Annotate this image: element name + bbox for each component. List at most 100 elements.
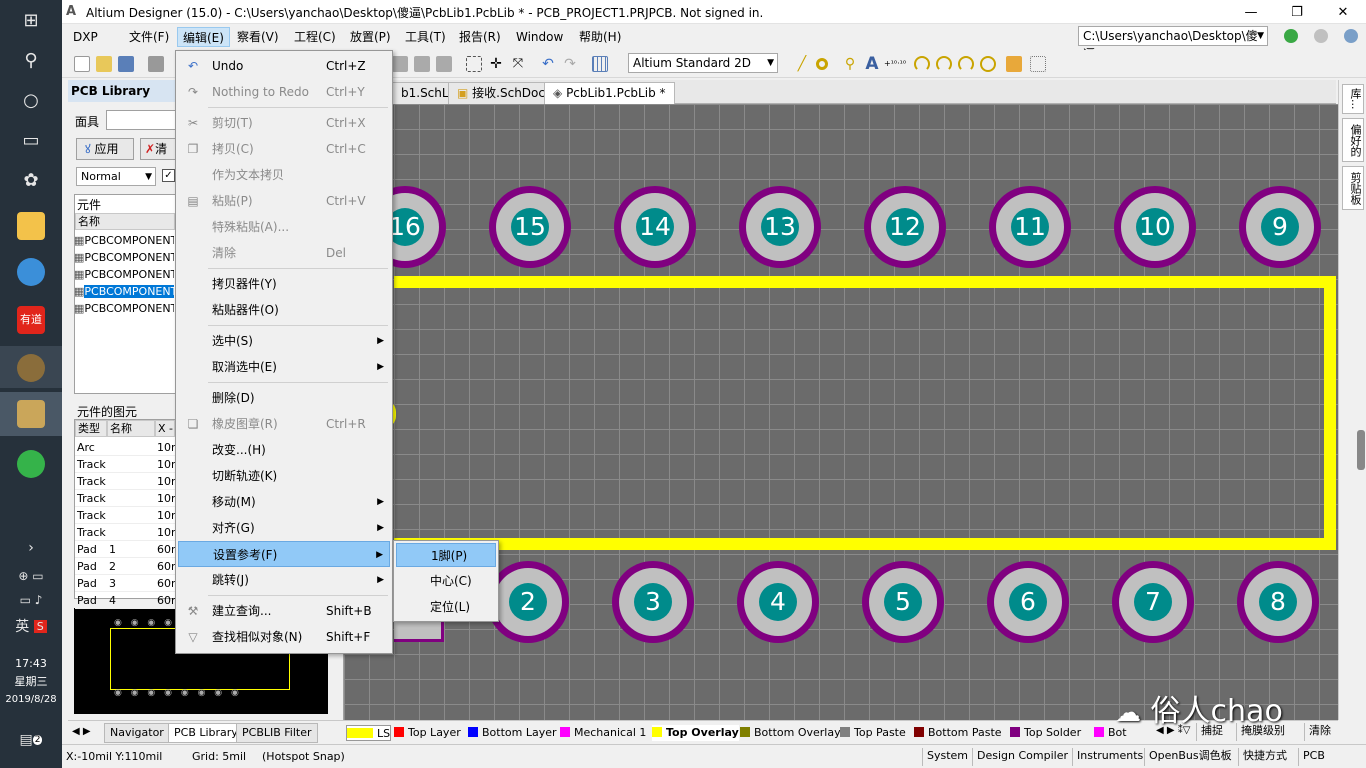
edit-menu-item[interactable]: ⚒ 建立查询... Shift+B: [178, 598, 390, 624]
primitive-name-cell[interactable]: [107, 439, 155, 456]
search-icon[interactable]: ⚲: [0, 40, 62, 80]
ref-pin1-item[interactable]: 1脚(P): [396, 543, 496, 567]
primitive-type-cell[interactable]: Pad: [75, 592, 107, 609]
coordinate-tool-icon[interactable]: +¹⁰·¹⁰: [884, 56, 906, 72]
edit-menu-item[interactable]: 粘贴器件(O): [178, 297, 390, 323]
close-button[interactable]: ✕: [1320, 0, 1366, 24]
edit-menu-item[interactable]: ❐ 拷贝(C) Ctrl+C: [178, 136, 390, 162]
primitive-name-cell[interactable]: 2: [107, 558, 155, 575]
edit-menu-item[interactable]: 跳转(J) ▶: [178, 567, 390, 593]
open-icon[interactable]: [96, 56, 112, 72]
status-system-button[interactable]: System: [922, 748, 972, 766]
file-explorer-icon[interactable]: [17, 212, 45, 240]
primitive-name-cell[interactable]: [107, 473, 155, 490]
pad[interactable]: 13: [739, 186, 821, 268]
primitive-type-cell[interactable]: Track: [75, 473, 107, 490]
arc-center-icon[interactable]: [914, 56, 930, 72]
move-icon[interactable]: ✛: [488, 56, 504, 72]
prim-name-column-header[interactable]: 名称: [107, 420, 155, 437]
libraries-tab[interactable]: 库...: [1342, 84, 1364, 114]
primitive-name-cell[interactable]: [107, 524, 155, 541]
edit-menu-item[interactable]: 作为文本拷贝: [178, 162, 390, 188]
status-instruments-button[interactable]: Instruments: [1072, 748, 1147, 766]
favorites-tab[interactable]: 偏好的: [1342, 118, 1364, 162]
primitive-x-cell[interactable]: 60m: [155, 592, 175, 609]
edit-menu-item[interactable]: ❏ 橡皮图章(R) Ctrl+R: [178, 411, 390, 437]
pad[interactable]: 3: [612, 561, 694, 643]
primitive-type-cell[interactable]: Track: [75, 456, 107, 473]
clock-time[interactable]: 17:43: [0, 656, 62, 672]
pad[interactable]: 15: [489, 186, 571, 268]
status-openbus-button[interactable]: OpenBus调色板: [1144, 748, 1236, 766]
primitive-type-cell[interactable]: Pad: [75, 575, 107, 592]
pinwheel-app-icon[interactable]: ✿: [0, 160, 62, 200]
pad[interactable]: 6: [987, 561, 1069, 643]
edit-menu-item[interactable]: 设置参考(F) ▶: [178, 541, 390, 567]
tab-navigator[interactable]: Navigator: [104, 723, 170, 743]
home-icon[interactable]: [1344, 29, 1358, 43]
paste-toolbar-icon[interactable]: [414, 56, 430, 72]
primitive-x-cell[interactable]: 10m: [155, 490, 175, 507]
layer-tab[interactable]: Top Layer: [394, 725, 461, 741]
mask-input[interactable]: [106, 110, 176, 130]
component-row[interactable]: ▦PCBCOMPONENT: [74, 300, 174, 317]
edit-menu-item[interactable]: 选中(S) ▶: [178, 328, 390, 354]
menu-dxp[interactable]: DXP: [68, 27, 103, 47]
primitive-x-cell[interactable]: 10m: [155, 439, 175, 456]
pcb-canvas[interactable]: 16 15 14 13 12 11 10 9 2 3 4 5 6 7 8: [344, 104, 1338, 720]
menu-help[interactable]: 帮助(H): [574, 27, 626, 47]
tab-scroll-arrows[interactable]: ◀ ▶: [72, 726, 91, 737]
minimize-button[interactable]: —: [1228, 0, 1274, 24]
menu-project[interactable]: 工程(C): [289, 27, 341, 47]
text-tool-icon[interactable]: A: [864, 56, 880, 73]
tab-pcb-library[interactable]: PCB Library: [168, 723, 244, 743]
primitive-x-cell[interactable]: 10m: [155, 473, 175, 490]
apply-button[interactable]: ꙋ 应用: [76, 138, 134, 160]
layer-tab[interactable]: Mechanical 1: [560, 725, 646, 741]
primitive-type-cell[interactable]: Track: [75, 507, 107, 524]
forward-icon[interactable]: [1314, 29, 1328, 43]
clipboard-tab[interactable]: 剪贴板: [1342, 166, 1364, 210]
primitive-name-cell[interactable]: [107, 490, 155, 507]
menu-window[interactable]: Window: [511, 27, 568, 47]
youdao-dict-icon[interactable]: 有道: [17, 306, 45, 334]
edit-menu-item[interactable]: 清除 Del: [178, 240, 390, 266]
layer-tab[interactable]: Bottom Layer: [468, 725, 557, 741]
pad[interactable]: 11: [989, 186, 1071, 268]
primitive-x-cell[interactable]: 60m: [155, 575, 175, 592]
menu-view[interactable]: 察看(V): [232, 27, 284, 47]
maximize-button[interactable]: ❐: [1274, 0, 1320, 24]
pad-tool-icon[interactable]: [816, 58, 828, 70]
layer-tab[interactable]: Bottom Paste: [914, 725, 1002, 741]
task-view-icon[interactable]: ▭: [0, 120, 62, 160]
menu-reports[interactable]: 报告(R): [454, 27, 506, 47]
new-doc-icon[interactable]: [74, 56, 90, 72]
primitive-name-cell[interactable]: [107, 507, 155, 524]
save-icon[interactable]: [118, 56, 134, 72]
mode-combo[interactable]: Normal ▼: [76, 167, 156, 186]
pad[interactable]: 7: [1112, 561, 1194, 643]
tab-pcblib[interactable]: ◈ PcbLib1.PcbLib *: [544, 82, 675, 104]
via-tool-icon[interactable]: ⚲: [842, 56, 858, 72]
arc-any-icon[interactable]: [958, 56, 974, 72]
windows-start-icon[interactable]: ⊞: [0, 0, 62, 40]
layer-tab[interactable]: Top Solder: [1010, 725, 1081, 741]
360-browser-icon[interactable]: [17, 450, 45, 478]
back-icon[interactable]: [1284, 29, 1298, 43]
cortana-icon[interactable]: ○: [0, 80, 62, 120]
component-row-selected[interactable]: ▦PCBCOMPONENT: [74, 283, 174, 300]
edit-menu-item[interactable]: 对齐(G) ▶: [178, 515, 390, 541]
primitive-name-cell[interactable]: [107, 456, 155, 473]
primitive-x-cell[interactable]: 10m: [155, 524, 175, 541]
edit-menu-item[interactable]: ↷ Nothing to Redo Ctrl+Y: [178, 79, 390, 105]
edit-menu-item[interactable]: 取消选中(E) ▶: [178, 354, 390, 380]
edit-menu-item[interactable]: ✂ 剪切(T) Ctrl+X: [178, 110, 390, 136]
print-icon[interactable]: [148, 56, 164, 72]
layer-tab[interactable]: Top Paste: [840, 725, 906, 741]
tab-pcblib-filter[interactable]: PCBLIB Filter: [236, 723, 318, 743]
primitive-name-cell[interactable]: 1: [107, 541, 155, 558]
primitive-x-cell[interactable]: 60m: [155, 541, 175, 558]
circle-icon[interactable]: [980, 56, 996, 72]
scrollbar-thumb[interactable]: [1357, 430, 1365, 470]
edit-menu-item[interactable]: 改变...(H): [178, 437, 390, 463]
